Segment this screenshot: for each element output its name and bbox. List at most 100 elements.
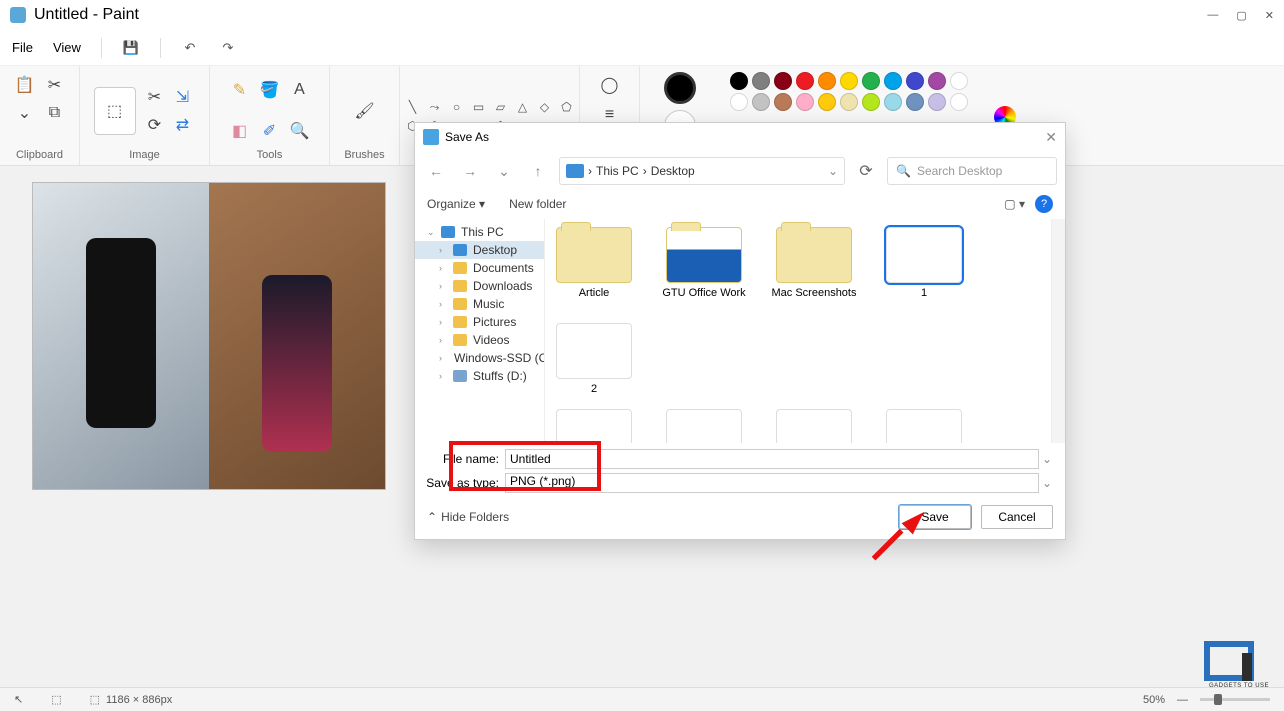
organize-menu[interactable]: Organize ▾ xyxy=(427,197,485,211)
filename-input[interactable] xyxy=(505,449,1039,469)
close-button[interactable]: ✕ xyxy=(1265,9,1274,22)
picker-tool[interactable]: ✐ xyxy=(257,118,283,144)
color-palette-row2[interactable] xyxy=(730,93,970,111)
color-swatch[interactable] xyxy=(950,72,968,90)
dialog-close-button[interactable]: ✕ xyxy=(1045,129,1057,146)
zoom-value: 50% xyxy=(1143,694,1165,706)
savetype-label: Save as type: xyxy=(425,476,505,490)
color1-swatch[interactable] xyxy=(664,72,696,104)
outline-icon[interactable]: ◯ xyxy=(597,72,623,98)
view-options-button[interactable]: ▢ ▾ xyxy=(1004,197,1025,211)
zoom-slider[interactable] xyxy=(1200,698,1270,701)
paste-button[interactable]: 📋 xyxy=(12,72,38,98)
savetype-dropdown-icon[interactable]: ⌄ xyxy=(1039,476,1055,490)
color-swatch[interactable] xyxy=(796,72,814,90)
file-item[interactable]: 2 xyxy=(551,323,637,395)
folder-item[interactable]: Mac Screenshots xyxy=(771,227,857,299)
color-swatch[interactable] xyxy=(730,93,748,111)
brush-tool[interactable]: 🖌 xyxy=(352,98,378,124)
pencil-tool[interactable]: ✎ xyxy=(227,77,253,103)
clipboard-chevron-icon[interactable]: ⌄ xyxy=(12,100,38,126)
address-bar[interactable]: › This PC › Desktop ⌄ xyxy=(559,157,845,185)
file-list[interactable]: Article GTU Office Work Mac Screenshots … xyxy=(545,219,1051,443)
window-title: Untitled - Paint xyxy=(34,6,139,24)
copy-button[interactable]: ⧉ xyxy=(42,100,68,126)
rotate-icon[interactable]: ⟳ xyxy=(142,112,168,138)
crop-icon[interactable]: ✂ xyxy=(142,84,168,110)
undo-icon[interactable]: ↶ xyxy=(181,39,199,57)
menu-view[interactable]: View xyxy=(53,40,81,55)
color-palette-row1[interactable] xyxy=(730,72,970,90)
redo-icon[interactable]: ↷ xyxy=(219,39,237,57)
color-swatch[interactable] xyxy=(774,72,792,90)
cancel-button[interactable]: Cancel xyxy=(981,505,1053,529)
nav-up-button[interactable]: ↑ xyxy=(525,163,551,179)
cursor-icon: ↖ xyxy=(14,693,23,706)
file-item[interactable]: 3 xyxy=(551,409,637,443)
color-swatch[interactable] xyxy=(796,93,814,111)
menu-file[interactable]: File xyxy=(12,40,33,55)
nav-back-button[interactable]: ← xyxy=(423,163,449,179)
file-item[interactable]: 4 xyxy=(661,409,747,443)
nav-tree[interactable]: ⌄This PC ›Desktop ›Documents ›Downloads … xyxy=(415,219,545,443)
filename-label: File name: xyxy=(425,452,505,466)
canvas-dimensions: 1186 × 886px xyxy=(106,694,172,706)
folder-item[interactable]: GTU Office Work xyxy=(661,227,747,299)
color-swatch[interactable] xyxy=(730,72,748,90)
fill-tool[interactable]: 🪣 xyxy=(257,77,283,103)
canvas-image-right xyxy=(209,183,385,489)
refresh-button[interactable]: ⟳ xyxy=(853,161,879,181)
zoom-out-button[interactable]: — xyxy=(1177,694,1188,706)
select-tool[interactable]: ⬚ xyxy=(94,87,136,135)
color-swatch[interactable] xyxy=(774,93,792,111)
resize-icon[interactable]: ⇲ xyxy=(170,84,196,110)
color-swatch[interactable] xyxy=(840,72,858,90)
color-swatch[interactable] xyxy=(906,72,924,90)
magnifier-tool[interactable]: 🔍 xyxy=(287,118,313,144)
maximize-button[interactable]: ▢ xyxy=(1236,9,1246,22)
color-swatch[interactable] xyxy=(884,93,902,111)
titlebar: Untitled - Paint — ▢ ✕ xyxy=(0,0,1284,30)
color-swatch[interactable] xyxy=(884,72,902,90)
group-clipboard-label: Clipboard xyxy=(16,149,63,161)
dims-icon: ⬚ xyxy=(90,693,100,706)
app-icon xyxy=(10,7,26,23)
save-icon[interactable]: 💾 xyxy=(122,39,140,57)
color-swatch[interactable] xyxy=(928,72,946,90)
group-brushes-label: Brushes xyxy=(344,149,384,161)
color-swatch[interactable] xyxy=(840,93,858,111)
search-box[interactable]: 🔍 Search Desktop xyxy=(887,157,1057,185)
color-swatch[interactable] xyxy=(752,93,770,111)
color-swatch[interactable] xyxy=(928,93,946,111)
cut-button[interactable]: ✂ xyxy=(42,72,68,98)
help-button[interactable]: ? xyxy=(1035,195,1053,213)
new-folder-button[interactable]: New folder xyxy=(509,197,566,211)
flip-icon[interactable]: ⇄ xyxy=(170,112,196,138)
eraser-tool[interactable]: ◧ xyxy=(227,118,253,144)
savetype-combo[interactable]: PNG (*.png) xyxy=(505,473,1039,493)
file-item[interactable]: 6 xyxy=(881,409,967,443)
nav-recent-button[interactable]: ⌄ xyxy=(491,163,517,180)
hide-folders-button[interactable]: ⌃Hide Folders xyxy=(427,510,509,524)
color-swatch[interactable] xyxy=(752,72,770,90)
minimize-button[interactable]: — xyxy=(1207,9,1218,22)
color-swatch[interactable] xyxy=(906,93,924,111)
canvas[interactable] xyxy=(32,182,386,490)
filename-dropdown-icon[interactable]: ⌄ xyxy=(1039,452,1055,466)
color-swatch[interactable] xyxy=(818,93,836,111)
color-swatch[interactable] xyxy=(818,72,836,90)
color-swatch[interactable] xyxy=(862,93,880,111)
dialog-title: Save As xyxy=(445,130,489,144)
folder-item[interactable]: Article xyxy=(551,227,637,299)
watermark: GADGETS TO USE xyxy=(1204,641,1274,691)
text-tool[interactable]: A xyxy=(287,77,313,103)
color-swatch[interactable] xyxy=(950,93,968,111)
statusbar: ↖ ⬚ ⬚1186 × 886px 50% — xyxy=(0,687,1284,711)
nav-forward-button[interactable]: → xyxy=(457,163,483,179)
color-swatch[interactable] xyxy=(862,72,880,90)
group-tools-label: Tools xyxy=(257,149,283,161)
search-icon: 🔍 xyxy=(896,164,911,178)
file-item[interactable]: 1 xyxy=(881,227,967,299)
scrollbar[interactable] xyxy=(1051,219,1065,443)
file-item[interactable]: 5 xyxy=(771,409,857,443)
